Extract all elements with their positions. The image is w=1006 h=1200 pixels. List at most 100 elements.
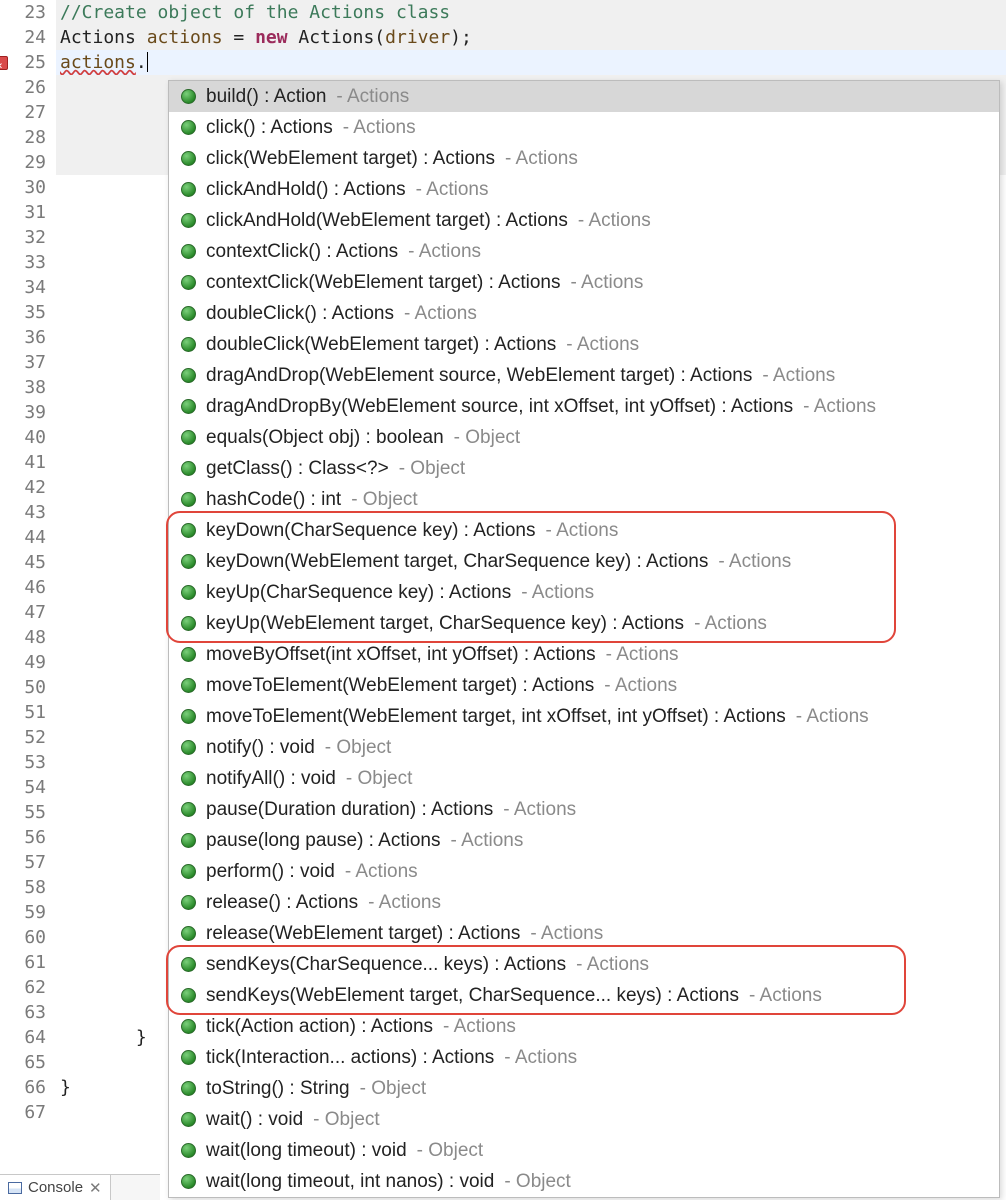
completion-item[interactable]: clickAndHold() : ActionsActions	[169, 174, 999, 205]
method-icon	[181, 1174, 196, 1189]
completion-signature: equals(Object obj) : boolean	[206, 427, 444, 449]
completion-origin: Actions	[570, 272, 643, 294]
line-number: 45	[0, 550, 56, 575]
completion-item[interactable]: notify() : voidObject	[169, 732, 999, 763]
code-line[interactable]: 25actions.	[0, 50, 1006, 75]
completion-origin: Actions	[451, 830, 524, 852]
method-icon	[181, 1050, 196, 1065]
completion-signature: clickAndHold() : Actions	[206, 179, 406, 201]
line-number: 31	[0, 200, 56, 225]
completion-signature: pause(Duration duration) : Actions	[206, 799, 493, 821]
line-number: 27	[0, 100, 56, 125]
error-token: actions	[60, 52, 136, 73]
completion-item[interactable]: wait() : voidObject	[169, 1104, 999, 1135]
code-cell[interactable]: //Create object of the Actions class	[56, 0, 1006, 25]
completion-origin: Actions	[343, 117, 416, 139]
line-number: 65	[0, 1050, 56, 1075]
line-number: 38	[0, 375, 56, 400]
completion-item[interactable]: moveByOffset(int xOffset, int yOffset) :…	[169, 639, 999, 670]
completion-signature: build() : Action	[206, 86, 326, 108]
completion-item[interactable]: sendKeys(WebElement target, CharSequence…	[169, 980, 999, 1011]
completion-origin: Actions	[504, 1047, 577, 1069]
completion-item[interactable]: keyDown(CharSequence key) : ActionsActio…	[169, 515, 999, 546]
completion-item[interactable]: dragAndDrop(WebElement source, WebElemen…	[169, 360, 999, 391]
completion-item[interactable]: contextClick() : ActionsActions	[169, 236, 999, 267]
code-cell[interactable]: Actions actions = new Actions(driver);	[56, 25, 1006, 50]
completion-origin: Actions	[408, 241, 481, 263]
completion-origin: Actions	[404, 303, 477, 325]
completion-origin: Object	[454, 427, 521, 449]
method-icon	[181, 988, 196, 1003]
method-icon	[181, 895, 196, 910]
completion-signature: keyDown(WebElement target, CharSequence …	[206, 551, 708, 573]
completion-item[interactable]: sendKeys(CharSequence... keys) : Actions…	[169, 949, 999, 980]
code-line[interactable]: 24Actions actions = new Actions(driver);	[0, 25, 1006, 50]
completion-item[interactable]: tick(Interaction... actions) : ActionsAc…	[169, 1042, 999, 1073]
completion-item[interactable]: perform() : voidActions	[169, 856, 999, 887]
code-line[interactable]: 23//Create object of the Actions class	[0, 0, 1006, 25]
method-icon	[181, 957, 196, 972]
completion-signature: doubleClick() : Actions	[206, 303, 394, 325]
completion-origin: Object	[325, 737, 392, 759]
console-tab[interactable]: Console ✕	[0, 1175, 111, 1200]
completion-item[interactable]: pause(long pause) : ActionsActions	[169, 825, 999, 856]
comment-text: //Create object of the Actions class	[60, 2, 450, 23]
completion-item[interactable]: keyUp(CharSequence key) : ActionsActions	[169, 577, 999, 608]
completion-signature: click(WebElement target) : Actions	[206, 148, 495, 170]
completion-item[interactable]: keyDown(WebElement target, CharSequence …	[169, 546, 999, 577]
completion-item[interactable]: build() : ActionActions	[169, 81, 999, 112]
method-icon	[181, 306, 196, 321]
completion-item[interactable]: wait(long timeout) : voidObject	[169, 1135, 999, 1166]
completion-item[interactable]: doubleClick(WebElement target) : Actions…	[169, 329, 999, 360]
completion-item[interactable]: click() : Actions Actions	[169, 112, 999, 143]
method-icon	[181, 1112, 196, 1127]
line-number: 35	[0, 300, 56, 325]
completion-item[interactable]: notifyAll() : voidObject	[169, 763, 999, 794]
console-icon	[8, 1182, 22, 1194]
completion-origin: Actions	[749, 985, 822, 1007]
completion-item[interactable]: keyUp(WebElement target, CharSequence ke…	[169, 608, 999, 639]
line-number: 41	[0, 450, 56, 475]
method-icon	[181, 802, 196, 817]
autocomplete-popup[interactable]: build() : ActionActionsclick() : Actions…	[168, 80, 1000, 1198]
completion-origin: Object	[417, 1140, 484, 1162]
completion-item[interactable]: clickAndHold(WebElement target) : Action…	[169, 205, 999, 236]
completion-item[interactable]: hashCode() : intObject	[169, 484, 999, 515]
code-cell[interactable]: actions.	[56, 50, 1006, 75]
completion-item[interactable]: release(WebElement target) : ActionsActi…	[169, 918, 999, 949]
completion-item[interactable]: moveToElement(WebElement target) : Actio…	[169, 670, 999, 701]
method-icon	[181, 368, 196, 383]
line-number: 42	[0, 475, 56, 500]
completion-origin: Object	[351, 489, 418, 511]
completion-item[interactable]: pause(Duration duration) : ActionsAction…	[169, 794, 999, 825]
method-icon	[181, 182, 196, 197]
completion-item[interactable]: contextClick(WebElement target) : Action…	[169, 267, 999, 298]
completion-signature: doubleClick(WebElement target) : Actions	[206, 334, 556, 356]
completion-item[interactable]: doubleClick() : Actions Actions	[169, 298, 999, 329]
completion-signature: click() : Actions	[206, 117, 333, 139]
completion-signature: moveByOffset(int xOffset, int yOffset) :…	[206, 644, 596, 666]
completion-item[interactable]: wait(long timeout, int nanos) : voidObje…	[169, 1166, 999, 1197]
completion-origin: Actions	[694, 613, 767, 635]
completion-signature: release(WebElement target) : Actions	[206, 923, 520, 945]
method-icon	[181, 492, 196, 507]
completion-item[interactable]: dragAndDropBy(WebElement source, int xOf…	[169, 391, 999, 422]
completion-signature: sendKeys(CharSequence... keys) : Actions	[206, 954, 566, 976]
line-number: 63	[0, 1000, 56, 1025]
line-number: 54	[0, 775, 56, 800]
completion-item[interactable]: click(WebElement target) : ActionsAction…	[169, 143, 999, 174]
completion-item[interactable]: equals(Object obj) : boolean Object	[169, 422, 999, 453]
close-icon[interactable]: ✕	[89, 1179, 102, 1197]
method-icon	[181, 616, 196, 631]
completion-item[interactable]: toString() : StringObject	[169, 1073, 999, 1104]
completion-item[interactable]: moveToElement(WebElement target, int xOf…	[169, 701, 999, 732]
line-number: 29	[0, 150, 56, 175]
method-icon	[181, 89, 196, 104]
line-number: 55	[0, 800, 56, 825]
method-icon	[181, 585, 196, 600]
completion-item[interactable]: getClass() : Class<?>Object	[169, 453, 999, 484]
method-icon	[181, 1019, 196, 1034]
completion-item[interactable]: tick(Action action) : ActionsActions	[169, 1011, 999, 1042]
method-icon	[181, 1081, 196, 1096]
completion-item[interactable]: release() : ActionsActions	[169, 887, 999, 918]
